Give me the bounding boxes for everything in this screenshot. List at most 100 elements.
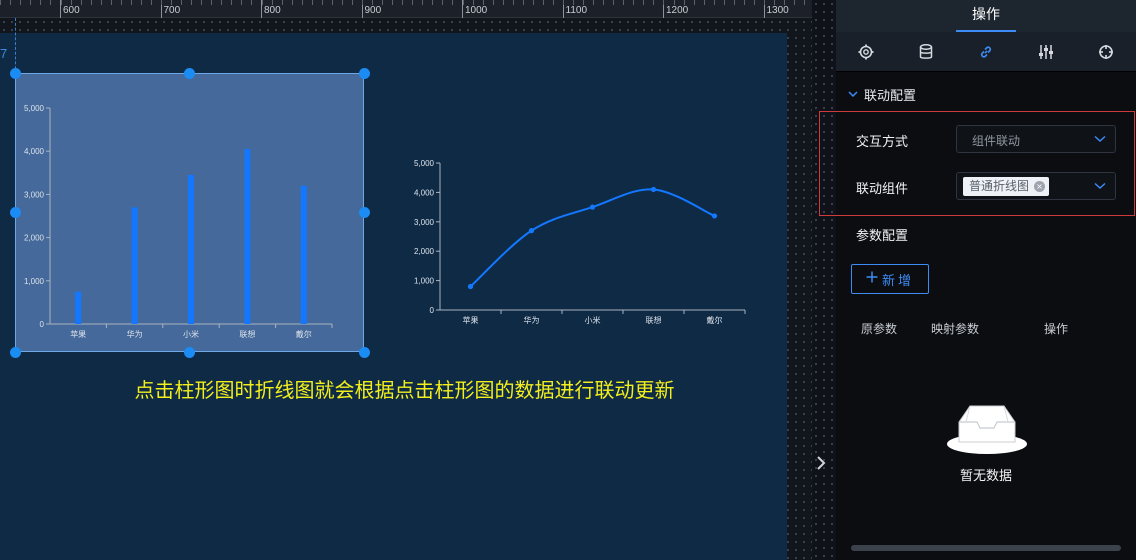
ruler-label: 1100 [565,5,588,16]
ruler-minor-tick [573,0,574,5]
bar-chart[interactable]: 0 1,000 2,000 3,000 4,000 5,000 苹果 华为 小米 联想 戴尔 [16,74,365,353]
section-linkage-config[interactable]: 联动配置 [848,85,916,104]
ruler-minor-tick [211,0,212,5]
highlight-box [819,111,1135,216]
y-tick-label: 5,000 [24,104,45,113]
line-chart-component[interactable]: 0 1,000 2,000 3,000 4,000 5,000 苹果 华为 小米 联想 戴尔 [400,150,750,330]
ruler-minor-tick [131,0,132,5]
column-mapped-param: 映射参数 [931,322,980,336]
ruler-label: 800 [264,5,281,16]
ruler-minor-tick [694,0,695,5]
line-chart[interactable]: 0 1,000 2,000 3,000 4,000 5,000 苹果 华为 小米 联想 戴尔 [400,150,750,330]
horizontal-ruler: 600 700 800 900 1000 1100 1200 1300 [0,0,812,18]
ruler-minor-tick [463,0,464,5]
settings-icon[interactable] [856,42,876,62]
ruler-minor-tick [593,0,594,5]
ruler-minor-tick [633,0,634,5]
resize-handle-top-left[interactable] [10,68,21,79]
y-tick-label: 4,000 [24,147,45,156]
editor-workspace: 600 700 800 900 1000 1100 1200 1300 7 0 1,000 2,0… [0,0,836,560]
bar-mark[interactable] [244,149,251,324]
line-point[interactable] [467,283,474,290]
ruler-minor-tick [653,0,654,5]
tab-operation[interactable]: 操作 [956,0,1016,32]
y-tick-label: 3,000 [414,218,435,227]
ruler-label: 1000 [465,5,488,16]
ruler-minor-tick [493,0,494,5]
ruler-minor-tick [191,0,192,5]
resize-handle-bottom-right[interactable] [359,347,370,358]
x-tick-label: 戴尔 [707,315,723,325]
ruler-minor-tick [533,0,534,5]
x-tick-label: 苹果 [70,329,86,339]
ruler-minor-tick [754,0,755,5]
ruler-minor-tick [30,0,31,5]
horizontal-scrollbar[interactable] [851,545,1121,551]
ruler-label: 700 [163,5,181,16]
panel-icon-tabs [836,32,1136,72]
x-tick-label: 联想 [239,329,255,339]
resize-handle-bottom[interactable] [184,347,195,358]
bar-mark[interactable] [75,291,82,324]
bar-mark[interactable] [300,185,307,324]
link-icon[interactable] [976,42,996,62]
canvas-caption: 点击柱形图时折线图就会根据点击柱形图的数据进行联动更新 [134,378,675,402]
column-action: 操作 [1044,322,1069,336]
ruler-minor-tick [181,0,182,5]
ruler-minor-tick [543,0,544,5]
x-tick-label: 小米 [585,315,601,325]
ruler-minor-tick [774,0,775,5]
collapse-panel-icon[interactable] [812,456,830,474]
ruler-minor-tick [61,0,62,5]
line-point[interactable] [650,186,657,193]
resize-handle-right[interactable] [359,207,370,218]
database-icon[interactable] [916,42,936,62]
ruler-minor-tick [101,0,102,5]
line-point[interactable] [589,204,596,210]
add-param-label: 新增 [881,273,914,289]
y-tick-label: 2,000 [414,247,435,256]
ruler-label: 900 [364,5,382,16]
line-series[interactable] [469,188,715,288]
y-tick-label: 2,000 [24,234,45,243]
bar-mark[interactable] [188,174,194,324]
ruler-minor-tick [583,0,584,5]
ruler-minor-tick [402,0,403,5]
ruler-minor-tick [473,0,474,5]
target-icon[interactable] [1096,42,1116,62]
ruler-minor-tick [503,0,504,5]
x-tick-label: 苹果 [463,315,479,325]
empty-box-icon [946,402,1028,458]
line-point[interactable] [528,228,535,234]
sliders-icon[interactable] [1036,42,1056,62]
y-tick-label: 3,000 [24,190,45,199]
ruler-minor-tick [262,0,263,5]
ruler-minor-tick [392,0,393,5]
ruler-minor-tick [804,0,805,5]
ruler-minor-tick [251,0,252,5]
resize-handle-left[interactable] [10,207,21,218]
line-point[interactable] [711,213,718,219]
ruler-minor-tick [141,0,142,5]
ruler-minor-tick [442,0,443,5]
y-tick-label: 0 [40,320,45,329]
resize-handle-top[interactable] [184,68,195,79]
x-tick-label: 联想 [646,315,662,325]
ruler-minor-tick [684,0,685,5]
ruler-minor-tick [422,0,423,5]
panel-header: 操作 [836,0,1136,32]
empty-state-text: 暂无数据 [959,469,1012,484]
panel-splitter [812,0,836,560]
y-tick-label: 1,000 [24,277,45,286]
ruler-minor-tick [241,0,242,5]
ruler-minor-tick [20,0,21,5]
bar-chart-component[interactable]: 0 1,000 2,000 3,000 4,000 5,000 苹果 华为 小米 联想 戴尔 [15,73,364,352]
ruler-minor-tick [302,0,303,5]
resize-handle-bottom-left[interactable] [10,347,21,358]
ruler-minor-tick [744,0,745,5]
add-param-button[interactable]: 新增 [851,264,929,294]
resize-handle-top-right[interactable] [359,68,370,79]
section-title: 联动配置 [864,89,917,104]
bar-mark[interactable] [131,207,138,324]
ruler-minor-tick [161,0,162,5]
